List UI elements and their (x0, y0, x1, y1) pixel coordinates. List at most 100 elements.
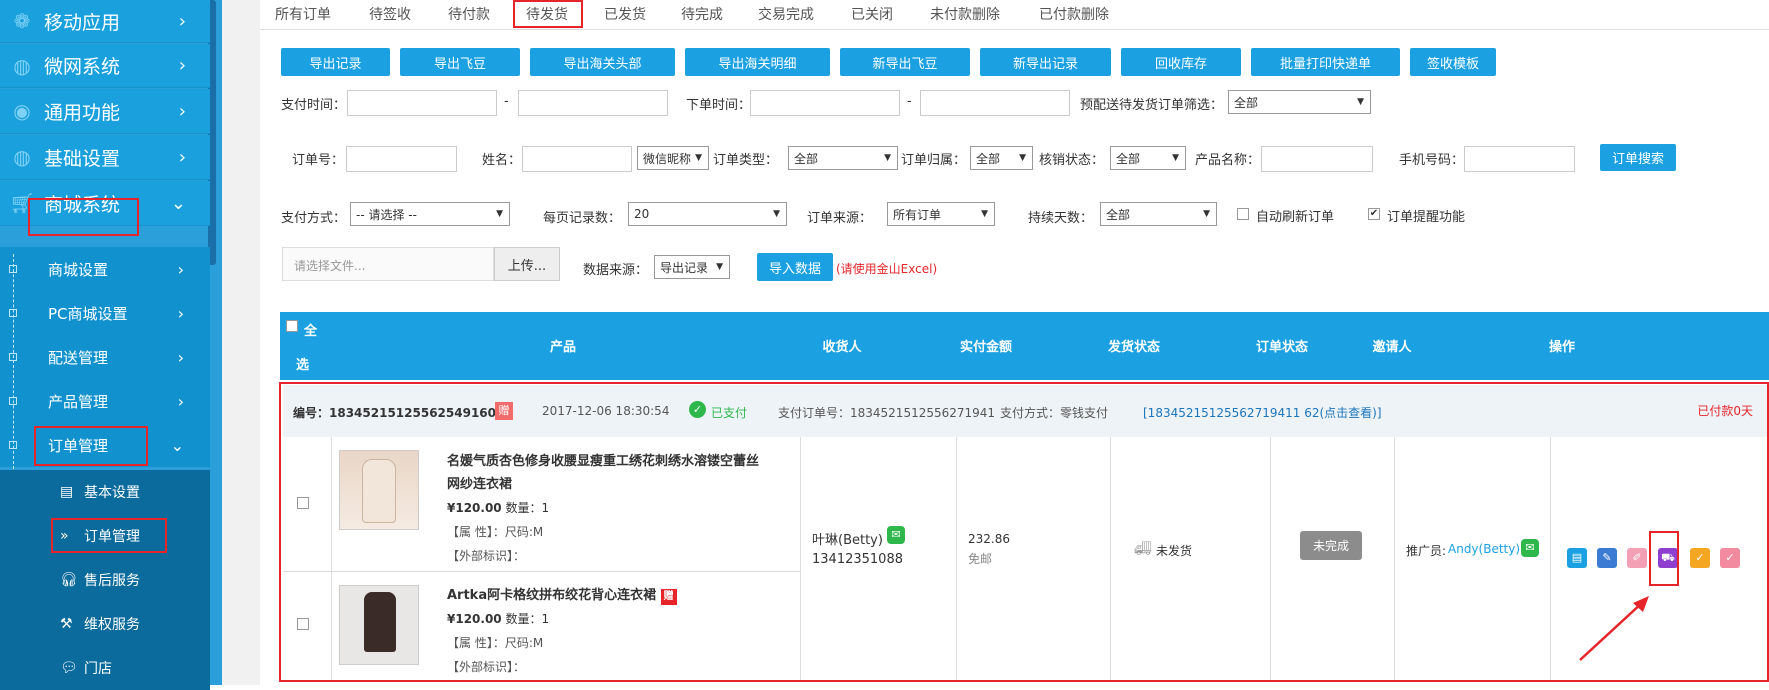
sidebar-item-products[interactable]: 产品管理 › (0, 379, 210, 423)
sidebar-item-mobile-app[interactable]: ❁ 移动应用 › (0, 0, 210, 43)
col-header-order-status: 订单状态 (1255, 340, 1309, 355)
order-no-input[interactable] (346, 146, 457, 172)
export-records-button[interactable]: 导出记录 (281, 48, 390, 76)
new-export-records-button[interactable]: 新导出记录 (980, 48, 1111, 76)
highlight-box (28, 198, 139, 236)
gavel-icon: ⚒ (60, 616, 73, 632)
order-owner-select[interactable]: 全部 ▼ (970, 146, 1033, 170)
pay-method-select[interactable]: -- 请选择 -- ▼ (350, 202, 510, 226)
dropdown-arrow-icon: ▼ (773, 209, 780, 219)
tab-to-sign[interactable]: 待签收 (369, 4, 411, 24)
order-time-label: 下单时间： (686, 98, 752, 113)
sidebar-item-mall-settings[interactable]: 商城设置 › (0, 247, 210, 291)
sign-template-button[interactable]: 签收模板 (1410, 48, 1496, 76)
product-name-label: 产品名称： (1195, 153, 1261, 168)
chevron-right-icon: › (177, 347, 184, 367)
product-name-input[interactable] (1261, 146, 1373, 172)
col-header-ship-status: 发货状态 (1107, 340, 1161, 355)
dropdown-arrow-icon: ▼ (1172, 153, 1179, 163)
remind-label: 订单提醒功能 (1387, 210, 1466, 225)
duration-days-select[interactable]: 全部 ▼ (1100, 202, 1217, 226)
sidebar-item-micro-web[interactable]: ◍ 微网系统 › (0, 44, 210, 88)
new-export-feidou-button[interactable]: 新导出飞豆 (840, 48, 970, 76)
sidebar-item-label: PC商城设置 (48, 304, 128, 323)
dropdown-arrow-icon: ▼ (1019, 153, 1026, 163)
dropdown-arrow-icon: ▼ (1357, 97, 1364, 107)
sidebar-item-delivery[interactable]: 配送管理 › (0, 335, 210, 379)
sidebar-leaf-store[interactable]: 💬︎ 门店 (0, 646, 210, 690)
flower-icon: ❁ (13, 9, 31, 33)
highlight-box (513, 0, 583, 28)
globe-icon: ◍ (13, 53, 31, 78)
highlight-box (279, 382, 1769, 682)
verify-status-label: 核销状态： (1039, 153, 1105, 168)
sidebar-item-label: 移动应用 (44, 11, 121, 34)
chat-icon: 💬︎ (60, 660, 78, 676)
select-value: 全部 (1116, 151, 1141, 166)
select-value: -- 请选择 -- (356, 207, 417, 222)
tab-to-pay[interactable]: 待付款 (448, 4, 490, 24)
export-customs-head-button[interactable]: 导出海关头部 (530, 48, 675, 76)
tab-unpaid-deleted[interactable]: 未付款删除 (930, 4, 1000, 24)
sidebar-leaf-basic[interactable]: ▤ 基本设置 (0, 470, 210, 514)
export-feidou-button[interactable]: 导出飞豆 (400, 48, 520, 76)
select-value: 全部 (794, 151, 819, 166)
clipboard-icon: ▤ (60, 484, 74, 500)
sidebar-item-pc-mall[interactable]: PC商城设置 › (0, 291, 210, 335)
presale-filter-select[interactable]: 全部 ▼ (1228, 90, 1371, 114)
sidebar-item-label: 产品管理 (48, 392, 109, 411)
upload-button[interactable]: 上传... (494, 247, 560, 281)
batch-print-button[interactable]: 批量打印快递单 (1251, 48, 1400, 76)
select-all-checkbox[interactable] (286, 320, 298, 332)
select-all-label: 选 (296, 358, 310, 373)
select-value: 所有订单 (893, 207, 942, 222)
tab-paid-deleted[interactable]: 已付款删除 (1039, 4, 1109, 24)
dash-label: - (907, 94, 912, 109)
tab-to-complete[interactable]: 待完成 (681, 4, 723, 24)
name-type-select[interactable]: 微信昵称 ▼ (637, 146, 709, 170)
chevron-right-icon: › (178, 100, 186, 122)
tab-completed[interactable]: 交易完成 (758, 4, 814, 24)
page-size-select[interactable]: 20 ▼ (628, 202, 787, 226)
dropdown-arrow-icon: ▼ (884, 153, 891, 163)
export-customs-detail-button[interactable]: 导出海关明细 (685, 48, 830, 76)
play-circle-icon: ◉ (13, 99, 31, 123)
select-value: 全部 (1106, 207, 1131, 222)
select-all-label: 全 (304, 324, 318, 339)
order-search-button[interactable]: 订单搜索 (1600, 144, 1676, 171)
file-input[interactable]: 请选择文件... (282, 247, 494, 281)
order-source-label: 订单来源： (807, 211, 873, 226)
name-input[interactable] (522, 146, 632, 172)
order-time-start-input[interactable] (750, 90, 900, 116)
sidebar-item-basic-settings[interactable]: ◍ 基础设置 › (0, 135, 210, 180)
recycle-stock-button[interactable]: 回收库存 (1121, 48, 1241, 76)
data-source-select[interactable]: 导出记录 ▼ (654, 255, 730, 279)
sidebar-item-common[interactable]: ◉ 通用功能 › (0, 89, 210, 134)
order-source-select[interactable]: 所有订单 ▼ (887, 202, 995, 226)
remind-checkbox[interactable]: ✔ (1368, 208, 1380, 220)
tab-shipped[interactable]: 已发货 (604, 4, 646, 24)
dropdown-arrow-icon: ▼ (1203, 209, 1210, 219)
auto-refresh-checkbox[interactable] (1237, 208, 1249, 220)
order-tabs: 所有订单 待签收 待付款 待发货 已发货 待完成 交易完成 已关闭 未付款删除 … (260, 0, 1769, 30)
order-time-end-input[interactable] (920, 90, 1070, 116)
tab-closed[interactable]: 已关闭 (851, 4, 893, 24)
sidebar-item-label: 商城设置 (48, 260, 109, 279)
order-no-label: 订单号： (292, 153, 345, 168)
col-header-amount: 实付金额 (959, 340, 1013, 355)
order-type-select[interactable]: 全部 ▼ (788, 146, 898, 170)
name-label: 姓名： (482, 153, 522, 168)
col-header-product: 产品 (549, 340, 577, 355)
import-data-button[interactable]: 导入数据 (757, 253, 833, 281)
presale-filter-label: 预配送待发货订单筛选： (1080, 98, 1224, 113)
pay-time-start-input[interactable] (347, 90, 497, 116)
tab-all[interactable]: 所有订单 (275, 4, 331, 24)
verify-status-select[interactable]: 全部 ▼ (1110, 146, 1186, 170)
pay-time-end-input[interactable] (518, 90, 668, 116)
col-header-receiver: 收货人 (822, 340, 862, 355)
file-placeholder: 请选择文件... (294, 259, 366, 273)
sidebar-leaf-rights[interactable]: ⚒ 维权服务 (0, 602, 210, 646)
sidebar-leaf-after-sales[interactable]: 🎧︎ 售后服务 (0, 558, 210, 602)
import-note: (请使用金山Excel) (836, 262, 938, 276)
phone-input[interactable] (1464, 146, 1575, 172)
